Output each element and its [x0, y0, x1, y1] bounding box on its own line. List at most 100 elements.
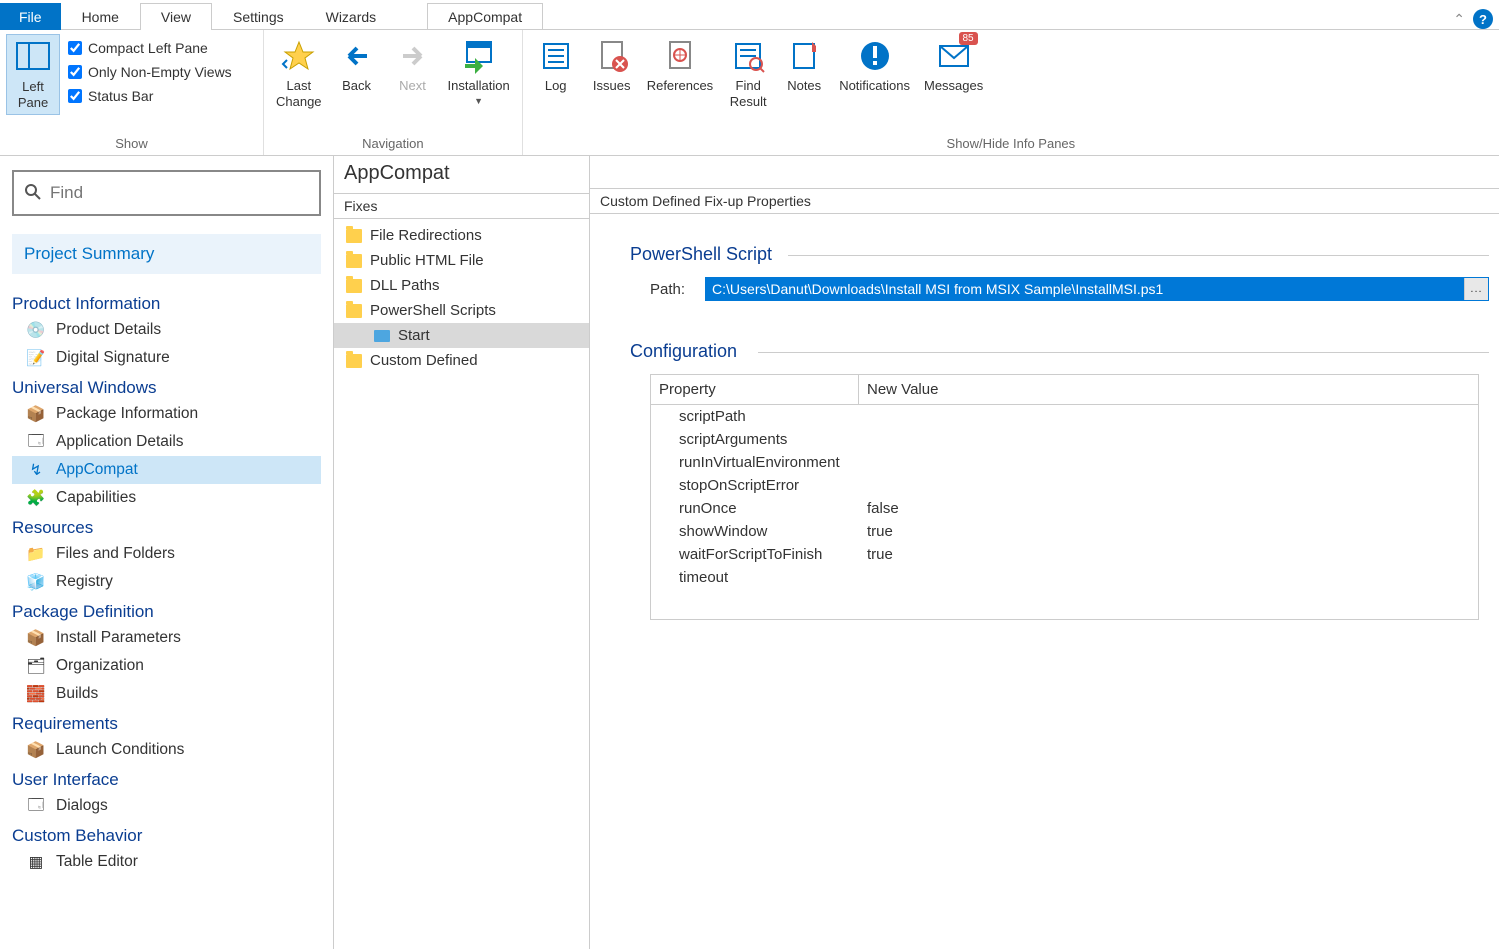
config-val: false [859, 497, 1478, 520]
mid-title: AppCompat [334, 156, 589, 193]
config-val: true [859, 520, 1478, 543]
references-button[interactable]: References [641, 34, 719, 98]
dialogs-icon: 🗔 [26, 797, 46, 815]
col-newvalue: New Value [859, 375, 1478, 404]
lastchange-button[interactable]: Last Change [270, 34, 328, 113]
notes-icon [786, 38, 822, 74]
config-row[interactable]: scriptArguments [651, 428, 1478, 451]
tab-strip: File Home View Settings Wizards AppCompa… [0, 0, 1499, 30]
nav-files-folders[interactable]: 📁Files and Folders [12, 540, 321, 568]
nav-install-params[interactable]: 📦Install Parameters [12, 624, 321, 652]
project-summary-button[interactable]: Project Summary [12, 234, 321, 274]
next-button[interactable]: Next [386, 34, 440, 98]
search-input[interactable] [50, 183, 309, 203]
nonempty-checkbox[interactable]: Only Non-Empty Views [62, 60, 238, 84]
tab-view[interactable]: View [140, 3, 212, 30]
table-icon: ▦ [26, 853, 46, 871]
nav-organization[interactable]: 🗂Organization [12, 652, 321, 680]
findresult-icon [730, 38, 766, 74]
config-row[interactable]: stopOnScriptError [651, 474, 1478, 497]
tab-home[interactable]: Home [61, 3, 140, 30]
tree-custom-defined[interactable]: Custom Defined [334, 348, 589, 373]
leftpane-button[interactable]: Left Pane [6, 34, 60, 115]
arrow-right-icon [395, 38, 431, 74]
folder-icon [346, 304, 362, 318]
left-pane: Project Summary Product Information 💿Pro… [0, 156, 334, 949]
config-row[interactable]: runInVirtualEnvironment [651, 451, 1478, 474]
messages-button[interactable]: 85 Messages [918, 34, 989, 98]
nav-launch-conditions[interactable]: 📦Launch Conditions [12, 736, 321, 764]
config-prop: timeout [651, 566, 859, 589]
registry-icon: 🧊 [26, 573, 46, 591]
compact-checkbox[interactable]: Compact Left Pane [62, 36, 238, 60]
collapse-ribbon-icon[interactable]: ⌃ [1453, 11, 1465, 28]
signature-icon: 📝 [26, 349, 46, 367]
statusbar-checkbox[interactable]: Status Bar [62, 84, 238, 108]
nav-product-details[interactable]: 💿Product Details [12, 316, 321, 344]
nav-dialogs[interactable]: 🗔Dialogs [12, 792, 321, 820]
messages-icon: 85 [936, 38, 972, 74]
tree-dll-paths[interactable]: DLL Paths [334, 273, 589, 298]
section-powershell-script: PowerShell Script [630, 244, 1489, 265]
nav-digital-signature[interactable]: 📝Digital Signature [12, 344, 321, 372]
messages-badge: 85 [959, 32, 978, 45]
tab-settings[interactable]: Settings [212, 3, 305, 30]
package-icon: 📦 [26, 405, 46, 423]
search-box[interactable] [12, 170, 321, 216]
config-prop: runInVirtualEnvironment [651, 451, 859, 474]
fixes-tree: File Redirections Public HTML File DLL P… [334, 219, 589, 377]
navigation-group-label: Navigation [270, 133, 516, 155]
nav-section-resources: Resources [12, 512, 321, 540]
tree-powershell-scripts[interactable]: PowerShell Scripts [334, 298, 589, 323]
tab-wizards[interactable]: Wizards [305, 3, 398, 30]
nav-package-info[interactable]: 📦Package Information [12, 400, 321, 428]
tab-file[interactable]: File [0, 3, 61, 30]
tree-file-redirections[interactable]: File Redirections [334, 223, 589, 248]
issues-icon [594, 38, 630, 74]
config-row[interactable]: waitForScriptToFinishtrue [651, 543, 1478, 566]
config-val [859, 451, 1478, 474]
config-row[interactable]: scriptPath [651, 405, 1478, 428]
col-property: Property [651, 375, 859, 404]
references-icon [662, 38, 698, 74]
org-icon: 🗂 [26, 657, 46, 675]
disc-icon: 💿 [26, 321, 46, 339]
nav-section-universal: Universal Windows [12, 372, 321, 400]
nav-builds[interactable]: 🧱Builds [12, 680, 321, 708]
capabilities-icon: 🧩 [26, 489, 46, 507]
nav-capabilities[interactable]: 🧩Capabilities [12, 484, 321, 512]
nav-section-custom: Custom Behavior [12, 820, 321, 848]
notifications-button[interactable]: Notifications [833, 34, 916, 98]
log-button[interactable]: Log [529, 34, 583, 98]
folder-icon [346, 354, 362, 368]
tree-start[interactable]: Start [334, 323, 589, 348]
browse-button[interactable]: ... [1464, 278, 1488, 300]
nav-registry[interactable]: 🧊Registry [12, 568, 321, 596]
arrow-left-icon [339, 38, 375, 74]
help-icon[interactable]: ? [1473, 9, 1493, 29]
config-row[interactable]: showWindowtrue [651, 520, 1478, 543]
log-icon [538, 38, 574, 74]
back-button[interactable]: Back [330, 34, 384, 98]
tree-public-html[interactable]: Public HTML File [334, 248, 589, 273]
issues-button[interactable]: Issues [585, 34, 639, 98]
right-pane: Custom Defined Fix-up Properties PowerSh… [590, 156, 1499, 949]
tab-appcompat[interactable]: AppCompat [427, 3, 543, 30]
findresult-button[interactable]: Find Result [721, 34, 775, 113]
nav-appcompat[interactable]: ↯AppCompat [12, 456, 321, 484]
config-val: true [859, 543, 1478, 566]
config-row[interactable]: timeout [651, 566, 1478, 589]
notes-button[interactable]: Notes [777, 34, 831, 98]
leftpane-label: Left Pane [18, 79, 48, 110]
installation-icon [461, 38, 497, 74]
section-configuration: Configuration [630, 341, 1489, 362]
builds-icon: 🧱 [26, 685, 46, 703]
show-group-label: Show [6, 133, 257, 155]
folder-icon: 📁 [26, 545, 46, 563]
nav-table-editor[interactable]: ▦Table Editor [12, 848, 321, 876]
installation-button[interactable]: Installation ▼ [442, 34, 516, 110]
config-row[interactable]: runOncefalse [651, 497, 1478, 520]
path-input[interactable] [706, 278, 1464, 300]
config-prop: scriptArguments [651, 428, 859, 451]
nav-app-details[interactable]: 🗔Application Details [12, 428, 321, 456]
